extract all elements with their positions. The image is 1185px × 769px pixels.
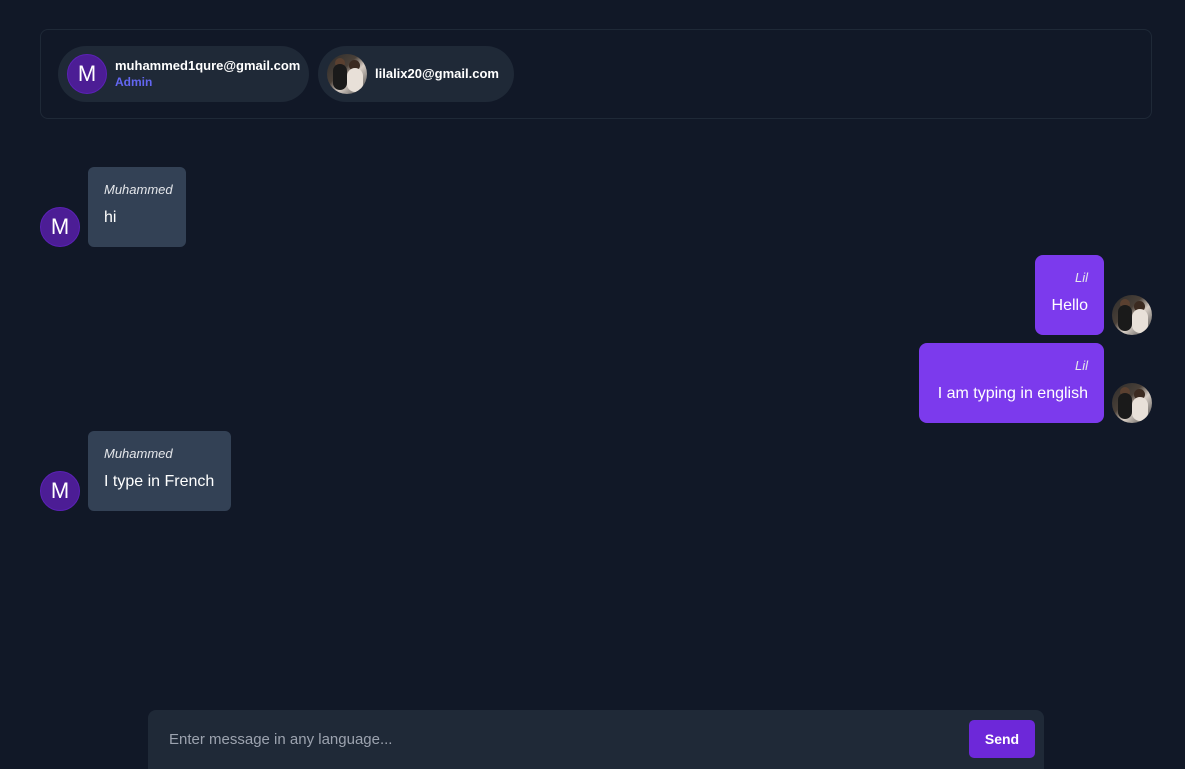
avatar-letter: M [77, 61, 97, 86]
message-text: I am typing in english [937, 385, 1088, 402]
message-sender: Muhammed [104, 182, 173, 197]
message-row: Lil Hello [1035, 255, 1152, 335]
participant-role-badge: Admin [115, 75, 153, 89]
message-bubble-received: Muhammed hi [88, 167, 186, 247]
participant-chip-user[interactable]: lilalix20@gmail.com [318, 46, 514, 102]
avatar-letter: M [50, 478, 70, 503]
participants-bar: M muhammed1qure@gmail.com Admin lilalix2… [40, 29, 1152, 119]
participant-info: lilalix20@gmail.com [375, 66, 499, 82]
avatar-photo-icon [1112, 383, 1152, 423]
message-sender: Lil [1074, 358, 1088, 373]
avatar: M [67, 54, 107, 94]
message-sender: Lil [1074, 270, 1088, 285]
chat-app: M muhammed1qure@gmail.com Admin lilalix2… [0, 0, 1185, 769]
message-bubble-sent: Lil Hello [1035, 255, 1104, 335]
message-text: I type in French [104, 473, 215, 490]
message-row: M Muhammed I type in French [40, 431, 231, 511]
message-composer: Send [148, 710, 1044, 769]
avatar: M [40, 207, 80, 247]
avatar-letter: M [50, 214, 70, 239]
send-button[interactable]: Send [969, 720, 1035, 758]
message-sender: Muhammed [104, 446, 173, 461]
message-text: Hello [1051, 297, 1088, 314]
participant-email: muhammed1qure@gmail.com [115, 58, 301, 73]
avatar-photo-icon [1112, 295, 1152, 335]
avatar-photo-icon [327, 54, 367, 94]
participant-chip-admin[interactable]: M muhammed1qure@gmail.com Admin [58, 46, 309, 102]
message-bubble-received: Muhammed I type in French [88, 431, 231, 511]
participant-info: muhammed1qure@gmail.com Admin [115, 58, 300, 90]
message-input[interactable] [148, 710, 958, 769]
message-row: M Muhammed hi [40, 167, 186, 247]
message-bubble-sent: Lil I am typing in english [919, 343, 1104, 423]
avatar: M [40, 471, 80, 511]
participant-email: lilalix20@gmail.com [375, 66, 499, 81]
message-row: Lil I am typing in english [919, 343, 1152, 423]
message-text: hi [104, 209, 117, 226]
